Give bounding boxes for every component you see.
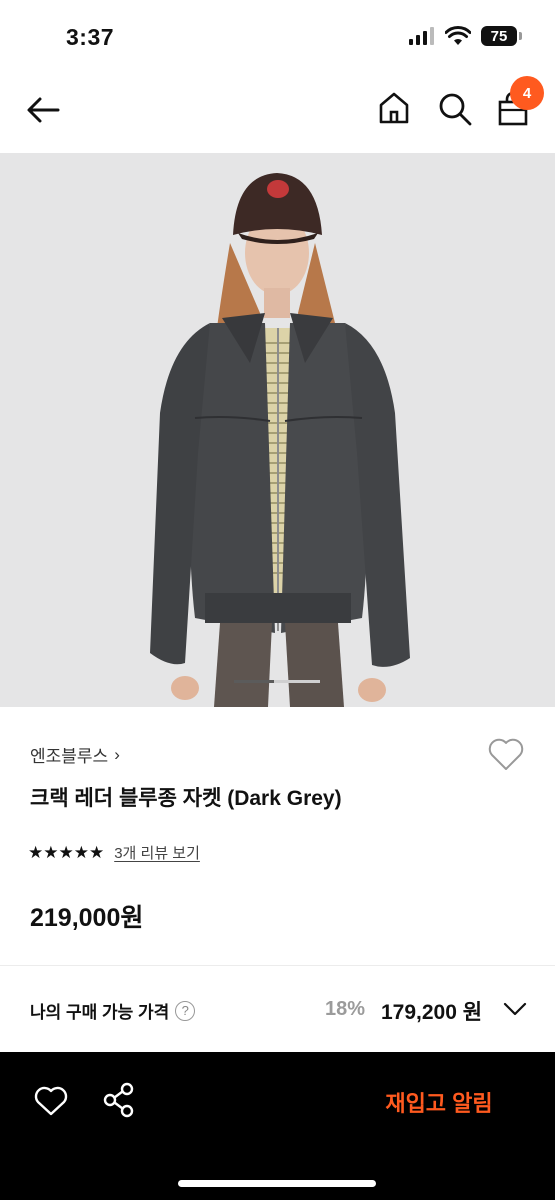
discount-rate: 18% [325,998,366,1020]
wifi-icon [445,26,471,45]
bottom-action-bar: 재입고 알림 [0,1052,555,1200]
brand-name: 엔조블루스 [30,747,109,766]
product-photo [0,153,555,707]
battery-level: 75 [490,27,508,45]
my-price-label-text: 나의 구매 가능 가격 [30,1003,170,1022]
product-image[interactable] [0,153,555,707]
review-link[interactable]: 3개 리뷰 보기 [114,842,200,863]
help-icon[interactable]: ? [175,1000,196,1021]
status-time: 3:37 [66,24,115,50]
search-icon[interactable] [436,90,474,128]
restock-alert-button[interactable]: 재입고 알림 [364,1082,514,1122]
image-pager-indicator [234,680,320,683]
chevron-down-icon[interactable] [502,998,528,1020]
final-price: 179,200 원 [381,1001,483,1024]
share-icon[interactable] [102,1082,136,1118]
status-icons: 75 [409,26,522,46]
battery-icon: 75 [481,26,522,46]
status-bar: 3:37 75 [0,0,555,70]
nav-bar [0,70,555,152]
star-rating: ★★★★★ [28,842,105,862]
my-price-row[interactable]: 나의 구매 가능 가격 ? 18% 179,200 원 [0,966,555,1052]
heart-icon[interactable] [487,736,525,772]
brand-link[interactable]: 엔조블루스 › [30,742,120,767]
cart-count-badge: 4 [510,76,544,110]
heart-icon[interactable] [34,1085,68,1117]
home-indicator [178,1180,376,1187]
chevron-right-icon: › [114,744,120,764]
my-price-label: 나의 구매 가능 가격 ? [30,998,196,1023]
product-price: 219,000원 [30,904,144,932]
signal-icon [409,27,434,45]
home-icon[interactable] [376,90,412,126]
rating-row: ★★★★★ 3개 리뷰 보기 [28,842,200,863]
back-arrow-icon[interactable] [24,90,64,130]
product-title: 크랙 레더 블루종 자켓 (Dark Grey) [30,787,342,810]
